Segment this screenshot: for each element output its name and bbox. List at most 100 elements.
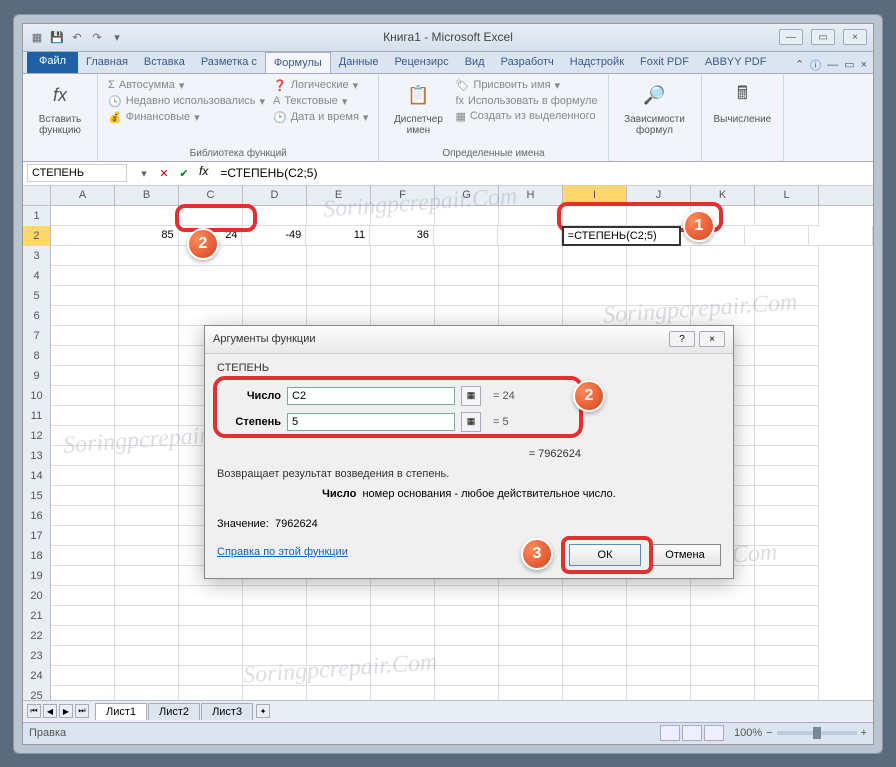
ribbon-tab-foxit pdf[interactable]: Foxit PDF (632, 52, 697, 73)
cell-B4[interactable] (115, 266, 179, 286)
define-name-button[interactable]: 🏷Присвоить имя ▾ (453, 78, 599, 93)
cell-L3[interactable] (755, 246, 819, 266)
row-header-11[interactable]: 11 (23, 406, 51, 426)
cell-L20[interactable] (755, 586, 819, 606)
cell-D25[interactable] (243, 686, 307, 700)
cell-L15[interactable] (755, 486, 819, 506)
cell-E23[interactable] (307, 646, 371, 666)
cell-L9[interactable] (755, 366, 819, 386)
cell-C23[interactable] (179, 646, 243, 666)
redo-icon[interactable]: ↷ (89, 29, 105, 45)
cell-A4[interactable] (51, 266, 115, 286)
cell-C1[interactable] (179, 206, 243, 226)
column-header-D[interactable]: D (243, 186, 307, 205)
cell-E2[interactable]: 11 (306, 226, 370, 246)
cell-G2[interactable] (434, 226, 498, 246)
cell-J25[interactable] (627, 686, 691, 700)
cell-B16[interactable] (115, 506, 179, 526)
row-header-18[interactable]: 18 (23, 546, 51, 566)
qat-dropdown-icon[interactable]: ▾ (109, 29, 125, 45)
ribbon-tab-надстройк[interactable]: Надстройк (562, 52, 632, 73)
cell-C22[interactable] (179, 626, 243, 646)
row-header-19[interactable]: 19 (23, 566, 51, 586)
column-header-H[interactable]: H (499, 186, 563, 205)
cell-K22[interactable] (691, 626, 755, 646)
cell-A13[interactable] (51, 446, 115, 466)
cell-A23[interactable] (51, 646, 115, 666)
cell-I4[interactable] (563, 266, 627, 286)
cell-L13[interactable] (755, 446, 819, 466)
cell-C21[interactable] (179, 606, 243, 626)
cell-A12[interactable] (51, 426, 115, 446)
cell-H1[interactable] (499, 206, 563, 226)
cell-G6[interactable] (435, 306, 499, 326)
cell-E21[interactable] (307, 606, 371, 626)
cell-B24[interactable] (115, 666, 179, 686)
save-icon[interactable]: 💾 (49, 29, 65, 45)
cell-H6[interactable] (499, 306, 563, 326)
datetime-button[interactable]: 🕑Дата и время ▾ (271, 110, 370, 125)
cell-A25[interactable] (51, 686, 115, 700)
cell-B2[interactable]: 85 (115, 226, 179, 246)
cell-K3[interactable] (691, 246, 755, 266)
cell-B1[interactable] (115, 206, 179, 226)
cell-J24[interactable] (627, 666, 691, 686)
row-header-22[interactable]: 22 (23, 626, 51, 646)
row-header-3[interactable]: 3 (23, 246, 51, 266)
cell-G22[interactable] (435, 626, 499, 646)
cell-A22[interactable] (51, 626, 115, 646)
row-header-15[interactable]: 15 (23, 486, 51, 506)
cell-B3[interactable] (115, 246, 179, 266)
cell-A17[interactable] (51, 526, 115, 546)
cell-K6[interactable] (691, 306, 755, 326)
cell-I2[interactable]: =СТЕПЕНЬ(C2;5) (562, 226, 682, 246)
cell-B6[interactable] (115, 306, 179, 326)
cell-F3[interactable] (371, 246, 435, 266)
cell-B14[interactable] (115, 466, 179, 486)
cell-A7[interactable] (51, 326, 115, 346)
sheet-nav-first-icon[interactable]: ⏮ (27, 704, 41, 718)
cell-F23[interactable] (371, 646, 435, 666)
cell-L5[interactable] (755, 286, 819, 306)
cell-D23[interactable] (243, 646, 307, 666)
column-header-K[interactable]: K (691, 186, 755, 205)
cell-A5[interactable] (51, 286, 115, 306)
cell-D1[interactable] (243, 206, 307, 226)
cell-L19[interactable] (755, 566, 819, 586)
cell-I21[interactable] (563, 606, 627, 626)
cell-B21[interactable] (115, 606, 179, 626)
insert-function-button[interactable]: fx Вставить функцию (31, 78, 89, 138)
cell-I6[interactable] (563, 306, 627, 326)
cell-B17[interactable] (115, 526, 179, 546)
workbook-max-icon[interactable]: ▭ (844, 58, 854, 71)
cell-J22[interactable] (627, 626, 691, 646)
cell-L24[interactable] (755, 666, 819, 686)
cell-D5[interactable] (243, 286, 307, 306)
ribbon-tab-главная[interactable]: Главная (78, 52, 136, 73)
cell-I22[interactable] (563, 626, 627, 646)
column-header-L[interactable]: L (755, 186, 819, 205)
arg2-range-icon[interactable]: ▦ (461, 412, 481, 432)
cell-L23[interactable] (755, 646, 819, 666)
row-header-1[interactable]: 1 (23, 206, 51, 226)
cell-B19[interactable] (115, 566, 179, 586)
cell-B25[interactable] (115, 686, 179, 700)
cell-J21[interactable] (627, 606, 691, 626)
cell-B12[interactable] (115, 426, 179, 446)
calculation-button[interactable]: 🖩 Вычисление (710, 78, 776, 127)
row-header-24[interactable]: 24 (23, 666, 51, 686)
cell-L21[interactable] (755, 606, 819, 626)
cell-D24[interactable] (243, 666, 307, 686)
cell-L11[interactable] (755, 406, 819, 426)
ribbon-tab-вид[interactable]: Вид (457, 52, 493, 73)
use-in-formula-button[interactable]: fxИспользовать в формуле (453, 94, 599, 108)
cell-D3[interactable] (243, 246, 307, 266)
cell-E6[interactable] (307, 306, 371, 326)
zoom-in-icon[interactable]: + (861, 727, 867, 739)
cell-H23[interactable] (499, 646, 563, 666)
sheet-tab-Лист3[interactable]: Лист3 (201, 703, 253, 720)
cell-A11[interactable] (51, 406, 115, 426)
cell-H24[interactable] (499, 666, 563, 686)
cell-L8[interactable] (755, 346, 819, 366)
ribbon-tab-вставка[interactable]: Вставка (136, 52, 193, 73)
